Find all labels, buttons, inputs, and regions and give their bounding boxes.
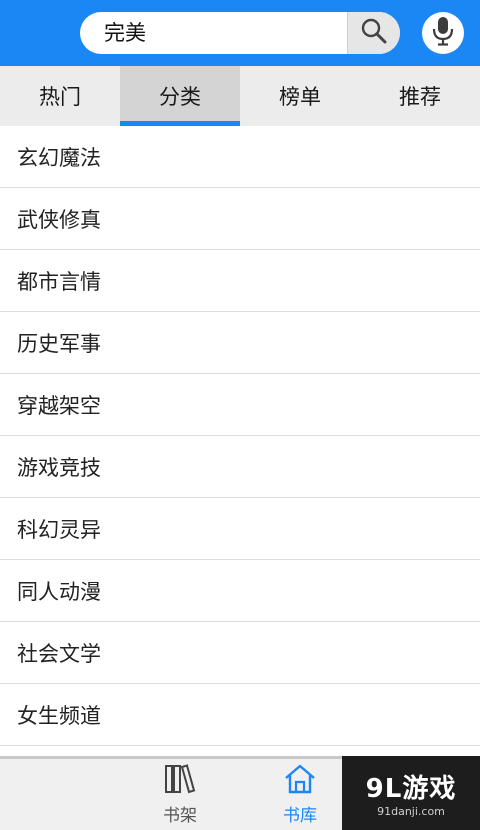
tab-category[interactable]: 分类	[120, 66, 240, 126]
tab-recommend[interactable]: 推荐	[360, 66, 480, 126]
microphone-icon	[431, 16, 455, 50]
watermark-logo-text: 9L游戏	[365, 774, 457, 804]
voice-search-button[interactable]	[422, 12, 464, 54]
list-item-history-military[interactable]: 历史军事	[0, 312, 480, 374]
bottom-nav: 书架 书库 9L游戏 91danji.com	[0, 756, 480, 830]
nav-bookshelf-label: 书架	[163, 805, 197, 826]
watermark-logo: 9L游戏 91danji.com	[342, 756, 480, 830]
list-item-female-channel[interactable]: 女生频道	[0, 684, 480, 746]
top-bar: 完美	[0, 0, 480, 66]
magnifier-icon	[360, 17, 388, 49]
list-item-scifi-supernatural[interactable]: 科幻灵异	[0, 498, 480, 560]
list-item-time-travel[interactable]: 穿越架空	[0, 374, 480, 436]
search-button[interactable]	[347, 12, 400, 54]
tab-bar: 热门 分类 榜单 推荐	[0, 66, 480, 126]
search-box[interactable]: 完美	[80, 12, 400, 54]
books-icon	[163, 763, 197, 799]
tab-ranking[interactable]: 榜单	[240, 66, 360, 126]
list-item-gaming[interactable]: 游戏竞技	[0, 436, 480, 498]
watermark-url: 91danji.com	[377, 805, 445, 818]
list-item-social-literature[interactable]: 社会文学	[0, 622, 480, 684]
search-input[interactable]: 完美	[104, 12, 146, 54]
nav-library-label: 书库	[283, 805, 317, 826]
category-list: 玄幻魔法 武侠修真 都市言情 历史军事 穿越架空 游戏竞技 科幻灵异 同人动漫 …	[0, 126, 480, 756]
nav-bookshelf[interactable]: 书架	[120, 759, 240, 830]
home-icon	[283, 764, 317, 799]
list-item-urban-romance[interactable]: 都市言情	[0, 250, 480, 312]
list-item-wuxia[interactable]: 武侠修真	[0, 188, 480, 250]
list-item-fanfic-anime[interactable]: 同人动漫	[0, 560, 480, 622]
list-item-fantasy-magic[interactable]: 玄幻魔法	[0, 126, 480, 188]
tab-hot[interactable]: 热门	[0, 66, 120, 126]
